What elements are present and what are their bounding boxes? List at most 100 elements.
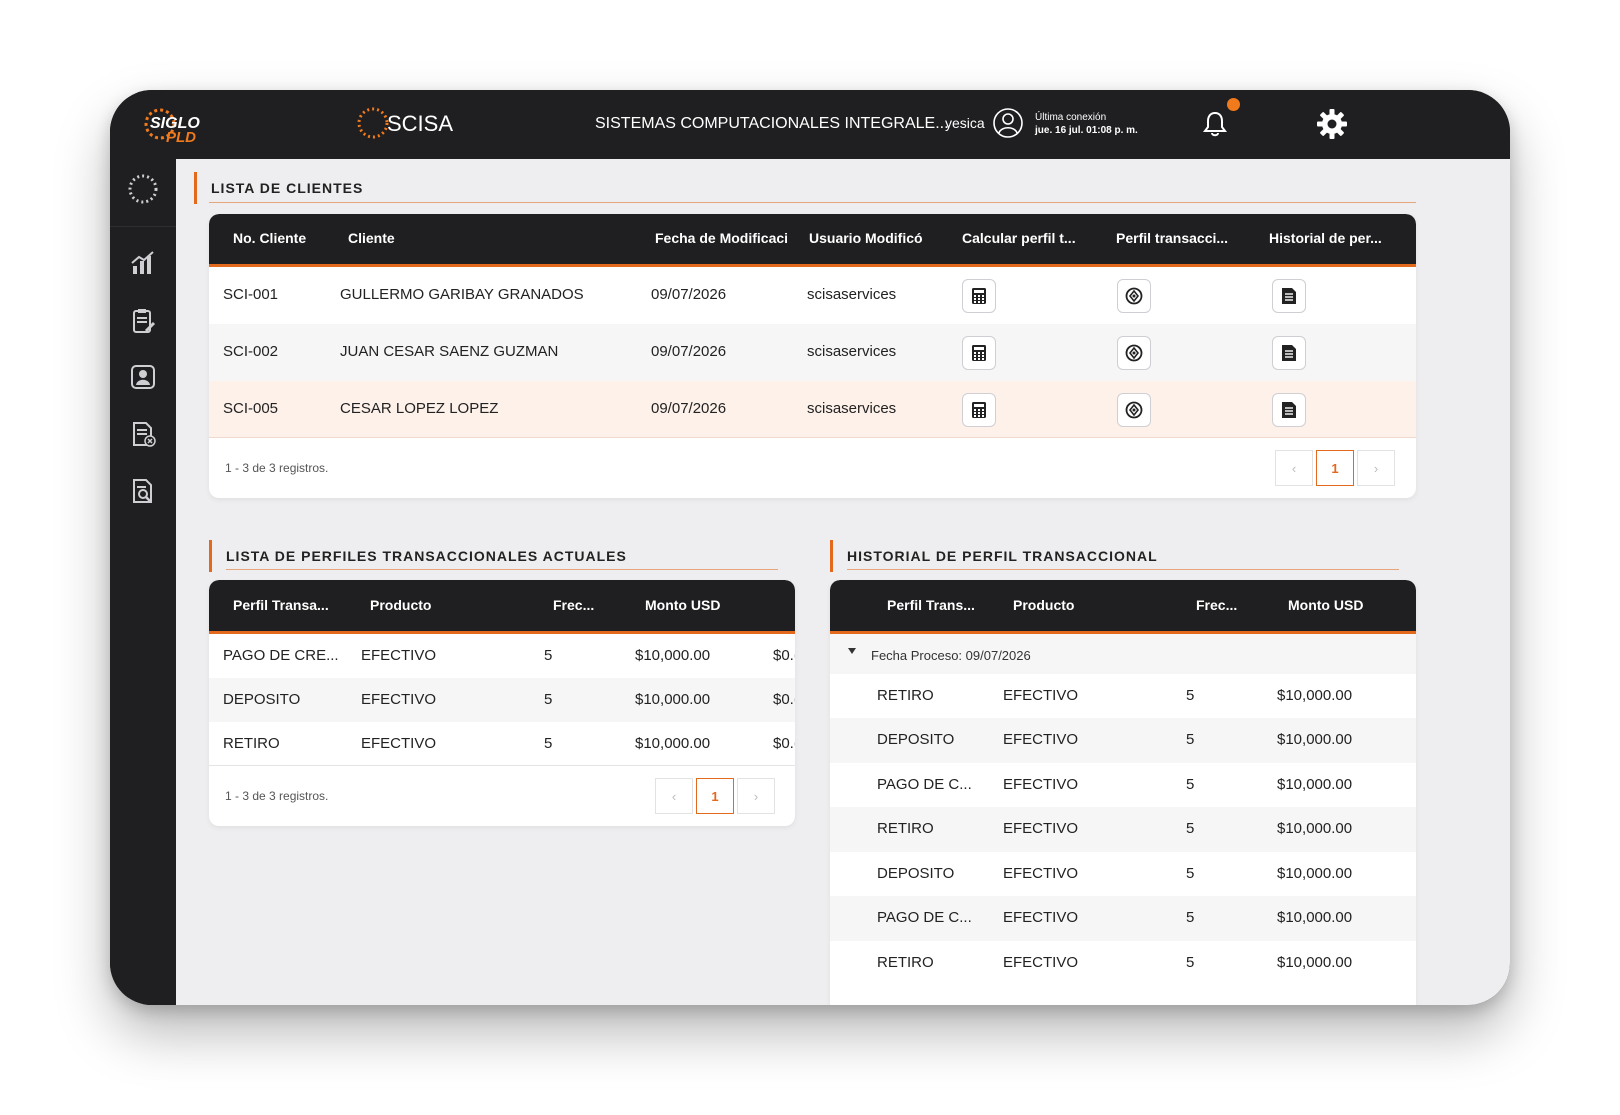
table-row[interactable]: PAGO DE C... EFECTIVO 5 $10,000.00 <box>830 763 1416 807</box>
table-row[interactable]: SCI-002 JUAN CESAR SAENZ GUZMAN 09/07/20… <box>209 324 1416 381</box>
table-row[interactable]: DEPOSITO EFECTIVO 5 $10,000.00 <box>830 852 1416 896</box>
table-row[interactable]: PAGO DE C... EFECTIVO 5 $10,000.00 <box>830 896 1416 941</box>
clientes-table: No. Cliente Cliente Fecha de Modificació… <box>209 214 1416 498</box>
cell-frecuencia: 5 <box>1186 820 1195 837</box>
table-row[interactable]: DEPOSITO EFECTIVO 5 $10,000.00 <box>830 718 1416 763</box>
calculator-button[interactable] <box>962 336 996 370</box>
perfiles-table-header: Perfil Transa... Producto Frec... Monto … <box>209 580 795 634</box>
col-frecuencia[interactable]: Frec... <box>553 597 594 613</box>
clientes-table-header: No. Cliente Cliente Fecha de Modificació… <box>209 214 1416 267</box>
sidebar <box>110 159 176 1005</box>
clientes-title-underline <box>209 202 1416 203</box>
clipboard-icon[interactable] <box>129 307 157 335</box>
prev-page-button[interactable]: ‹ <box>1275 450 1313 486</box>
cell-usuario: scisaservices <box>807 343 897 360</box>
cell-frecuencia: 5 <box>1186 776 1195 793</box>
next-page-button[interactable]: › <box>1357 450 1395 486</box>
username[interactable]: yesica <box>945 115 985 131</box>
col-frecuencia[interactable]: Frec... <box>1196 597 1237 613</box>
historial-button[interactable] <box>1272 393 1306 427</box>
perfil-button[interactable] <box>1117 336 1151 370</box>
cell-monto: $10,000.00 <box>1277 954 1353 971</box>
cell-perfil: PAGO DE CRE... <box>223 647 339 664</box>
historial-title-underline <box>847 569 1399 570</box>
cell-extra: $0.( <box>773 735 795 752</box>
col-monto[interactable]: Monto USD <box>645 597 720 613</box>
page-1-button[interactable]: 1 <box>696 778 734 814</box>
user-profile-icon[interactable] <box>129 363 157 391</box>
document-search-icon[interactable] <box>129 477 157 505</box>
cell-producto: EFECTIVO <box>1003 865 1079 882</box>
cell-perfil: DEPOSITO <box>877 731 955 748</box>
cell-perfil: PAGO DE C... <box>877 776 972 793</box>
col-perfil[interactable]: Perfil Transa... <box>233 597 329 613</box>
cell-producto: EFECTIVO <box>1003 776 1079 793</box>
user-avatar-icon[interactable] <box>992 107 1024 139</box>
col-fecha-modificacion[interactable]: Fecha de Modificación <box>655 230 787 246</box>
table-row[interactable]: RETIRO EFECTIVO 5 $10,000.00 <box>830 941 1416 985</box>
gear-icon[interactable] <box>1315 107 1349 141</box>
col-calcular-perfil[interactable]: Calcular perfil t... <box>962 230 1076 246</box>
last-connection: Última conexión jue. 16 jul. 01:08 p. m. <box>1035 111 1138 137</box>
cell-producto: EFECTIVO <box>361 735 437 752</box>
historial-button[interactable] <box>1272 279 1306 313</box>
target-icon <box>1125 401 1143 419</box>
cell-monto: $10,000.00 <box>1277 865 1353 882</box>
col-perfil-transaccional[interactable]: Perfil transacci... <box>1116 230 1228 246</box>
next-page-button[interactable]: › <box>737 778 775 814</box>
cell-perfil: DEPOSITO <box>223 691 301 708</box>
table-row-selected[interactable]: SCI-005 CESAR LOPEZ LOPEZ 09/07/2026 sci… <box>209 381 1416 438</box>
calculator-button[interactable] <box>962 279 996 313</box>
cell-monto: $10,000.00 <box>635 691 711 708</box>
bell-icon[interactable] <box>1202 110 1228 138</box>
scisa-logo: SCISA <box>357 107 453 139</box>
col-producto[interactable]: Producto <box>370 597 431 613</box>
cell-monto: $10,000.00 <box>1277 731 1353 748</box>
cell-cliente: CESAR LOPEZ LOPEZ <box>340 400 499 417</box>
group-row-fecha-proceso[interactable]: Fecha Proceso: 09/07/2026 <box>830 634 1416 674</box>
table-row[interactable]: PAGO DE CRE... EFECTIVO 5 $10,000.00 $0.… <box>209 634 795 678</box>
calculator-icon <box>972 345 986 361</box>
collapse-caret-icon[interactable] <box>848 648 856 654</box>
table-row[interactable]: RETIRO EFECTIVO 5 $10,000.00 $0.( <box>209 722 795 766</box>
perfiles-title-underline <box>226 569 778 570</box>
col-usuario-modifico[interactable]: Usuario Modificó <box>809 230 923 246</box>
table-row[interactable]: RETIRO EFECTIVO 5 $10,000.00 <box>830 674 1416 718</box>
cell-extra: $0.( <box>773 647 795 664</box>
cell-perfil: RETIRO <box>877 687 934 704</box>
historial-button[interactable] <box>1272 336 1306 370</box>
cell-no-cliente: SCI-001 <box>223 286 279 303</box>
target-icon <box>1125 344 1143 362</box>
document-x-icon[interactable] <box>129 420 157 448</box>
col-perfil[interactable]: Perfil Trans... <box>887 597 975 613</box>
perfil-button[interactable] <box>1117 279 1151 313</box>
perfiles-table: Perfil Transa... Producto Frec... Monto … <box>209 580 795 826</box>
sidebar-toggle[interactable] <box>110 159 176 227</box>
col-cliente[interactable]: Cliente <box>348 230 395 246</box>
col-monto[interactable]: Monto USD <box>1288 597 1363 613</box>
col-historial-perfil[interactable]: Historial de per... <box>1269 230 1382 246</box>
prev-page-button[interactable]: ‹ <box>655 778 693 814</box>
table-row[interactable]: RETIRO EFECTIVO 5 $10,000.00 <box>830 807 1416 852</box>
siglo-pld-logo[interactable]: SIGLO PLD <box>140 104 230 146</box>
page-1-button[interactable]: 1 <box>1316 450 1354 486</box>
cell-monto: $10,000.00 <box>635 735 711 752</box>
col-no-cliente[interactable]: No. Cliente <box>233 230 306 246</box>
spinner-menu-icon <box>128 174 158 204</box>
table-row[interactable]: DEPOSITO EFECTIVO 5 $10,000.00 $0.( <box>209 678 795 722</box>
cell-no-cliente: SCI-002 <box>223 343 279 360</box>
main-content: LISTA DE CLIENTES No. Cliente Cliente Fe… <box>176 159 1510 1005</box>
cell-no-cliente: SCI-005 <box>223 400 279 417</box>
table-row[interactable]: SCI-001 GULLERMO GARIBAY GRANADOS 09/07/… <box>209 267 1416 324</box>
cell-perfil: RETIRO <box>877 954 934 971</box>
cell-frecuencia: 5 <box>544 735 553 752</box>
calculator-icon <box>972 288 986 304</box>
document-icon <box>1282 402 1296 418</box>
cell-producto: EFECTIVO <box>1003 954 1079 971</box>
col-producto[interactable]: Producto <box>1013 597 1074 613</box>
cell-fecha: 09/07/2026 <box>651 400 727 417</box>
chart-icon[interactable] <box>129 249 157 277</box>
perfil-button[interactable] <box>1117 393 1151 427</box>
calculator-button[interactable] <box>962 393 996 427</box>
company-name: SISTEMAS COMPUTACIONALES INTEGRALE... <box>595 115 949 132</box>
